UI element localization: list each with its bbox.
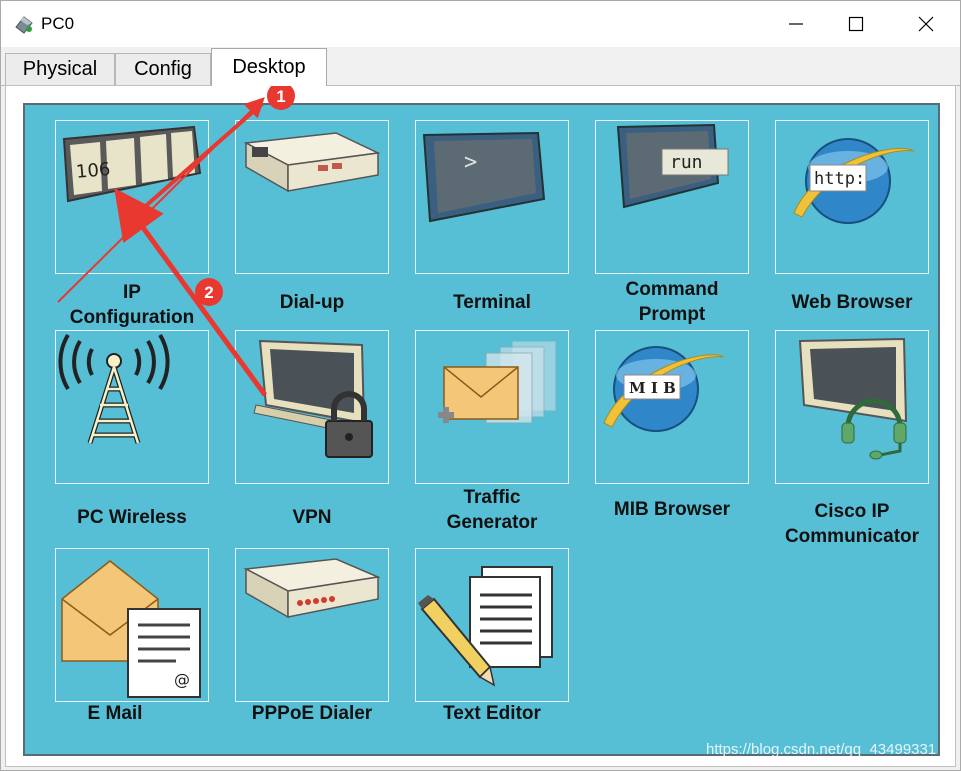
cisco-ip-communicator-label: Cisco IP Communicator [784,501,920,547]
minimize-button[interactable] [766,1,826,47]
mib-browser-label: MIB Browser [613,499,731,520]
title-bar: PC0 [1,1,960,47]
desktop-panel: 106 > run http: IP Configuration Dial-up… [5,85,956,767]
email-icon: @ [61,560,201,698]
web-browser-label: Web Browser [791,292,913,313]
ip-communicator-icon [798,337,908,460]
tab-config[interactable]: Config [115,53,211,85]
vpn-lock-icon [253,339,373,458]
pc-wireless-label: PC Wireless [77,507,187,528]
svg-text:M I B: M I B [629,379,676,397]
svg-text:http:: http: [814,169,865,189]
modem-icon [243,132,381,193]
watermark-text: https://blog.csdn.net/qq_43499331 [706,741,937,758]
wireless-tower-icon [58,333,170,444]
svg-text:run: run [670,152,703,173]
pc0-window: PC0 Physical Config Desktop 106 > run ht… [0,0,961,771]
desktop-area: 106 > run http: IP Configuration Dial-up… [23,103,940,756]
svg-text:106: 106 [75,159,111,183]
minimize-icon [789,23,803,25]
email-label: E Mail [87,703,143,724]
ip-configuration-icon: 106 [62,125,202,203]
terminal-label: Terminal [453,292,531,313]
command-prompt-tile[interactable]: run [595,120,749,274]
dial-up-label: Dial-up [279,292,345,313]
packet-tracer-app-icon [15,16,33,34]
terminal-tile[interactable]: > [415,120,569,274]
pc-wireless-tile[interactable] [55,330,209,484]
email-tile[interactable]: @ [55,548,209,702]
web-browser-icon: http: [793,138,915,224]
vpn-tile[interactable] [235,330,389,484]
maximize-button[interactable] [826,1,886,47]
svg-text:@: @ [174,670,190,689]
tab-desktop[interactable]: Desktop [211,48,327,86]
mib-browser-icon: M I B [603,346,725,432]
web-browser-tile[interactable]: http: [775,120,929,274]
pppoe-dialer-label: PPPoE Dialer [251,703,373,724]
svg-text:>: > [464,150,477,175]
pppoe-dialer-tile[interactable] [235,548,389,702]
traffic-generator-icon [438,340,557,424]
tab-physical[interactable]: Physical [5,53,115,85]
terminal-icon: > [422,131,546,223]
ip-configuration-tile[interactable]: 106 [55,120,209,274]
command-prompt-label: Command Prompt [625,279,719,325]
dial-up-tile[interactable] [235,120,389,274]
pppoe-dialer-icon [243,558,381,619]
ip-configuration-label: IP Configuration [69,282,195,328]
vpn-label: VPN [292,507,332,528]
cisco-ip-communicator-tile[interactable] [775,330,929,484]
text-editor-label: Text Editor [443,703,541,724]
text-editor-tile[interactable] [415,548,569,702]
mib-browser-tile[interactable]: M I B [595,330,749,484]
window-title: PC0 [41,14,75,33]
tab-bar: Physical Config Desktop [1,47,960,86]
traffic-generator-tile[interactable] [415,330,569,484]
text-editor-icon [418,566,553,687]
command-prompt-icon: run [616,123,729,209]
close-icon [918,16,934,32]
maximize-icon [848,16,864,32]
close-button[interactable] [896,1,956,47]
traffic-generator-label: Traffic Generator [446,487,538,533]
